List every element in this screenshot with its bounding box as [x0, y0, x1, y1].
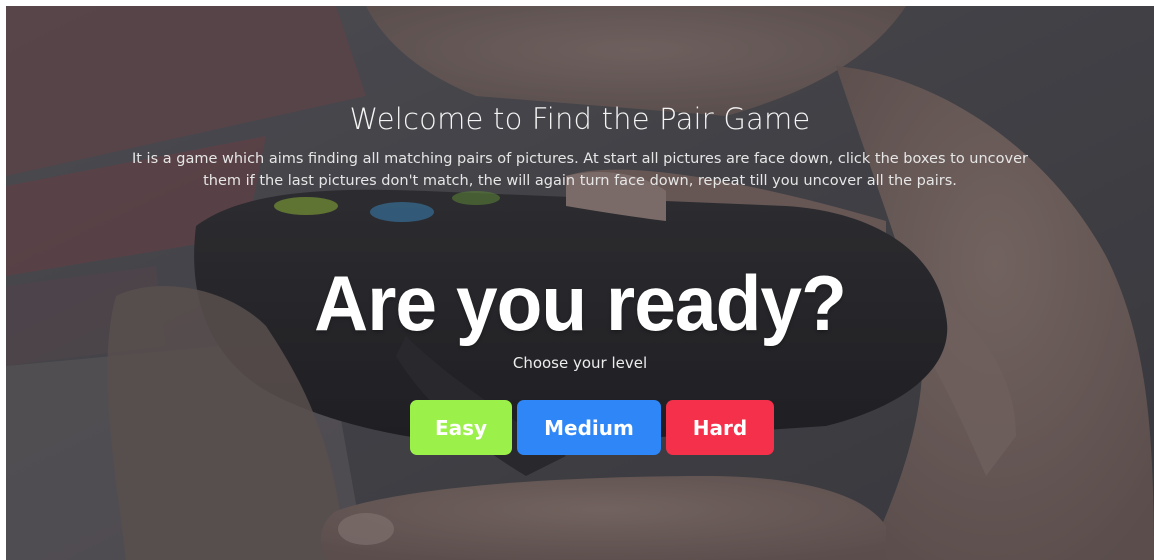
level-buttons: Easy Medium Hard	[410, 400, 774, 455]
easy-level-button[interactable]: Easy	[410, 400, 512, 455]
medium-level-button[interactable]: Medium	[517, 400, 661, 455]
ready-heading: Are you ready?	[314, 259, 847, 347]
landing-content: Welcome to Find the Pair Game It is a ga…	[6, 6, 1154, 560]
welcome-title: Welcome to Find the Pair Game	[349, 102, 811, 136]
game-description: It is a game which aims finding all matc…	[131, 151, 1028, 189]
game-landing-frame: Welcome to Find the Pair Game It is a ga…	[6, 6, 1154, 560]
choose-level-label: Choose your level	[512, 354, 648, 372]
hard-level-button[interactable]: Hard	[666, 400, 774, 455]
